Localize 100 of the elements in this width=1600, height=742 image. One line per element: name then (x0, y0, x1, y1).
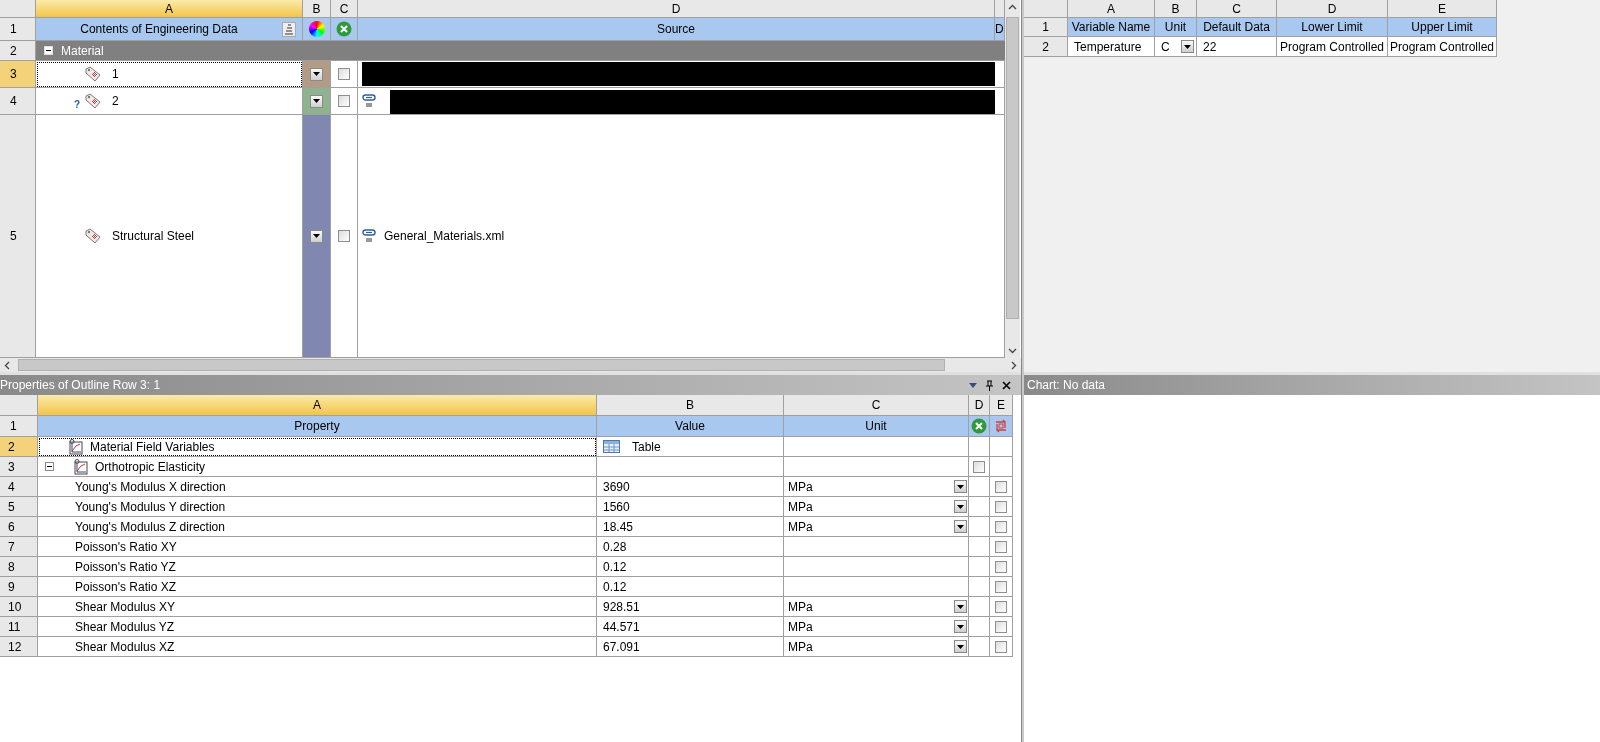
checkbox[interactable] (995, 640, 1007, 653)
row-number: 9 (0, 577, 38, 597)
material-name: 1 (112, 67, 119, 81)
vertical-scrollbar[interactable] (1005, 0, 1020, 358)
row-number: 6 (0, 517, 38, 537)
dropdown-button[interactable] (310, 94, 323, 108)
row-number: 10 (0, 597, 38, 617)
unit-value: C (1161, 39, 1170, 54)
property-name: Poisson's Ratio YZ (38, 557, 597, 577)
column-header[interactable]: B (597, 395, 784, 416)
caret-icon (957, 504, 964, 509)
dropdown-button[interactable] (954, 640, 967, 653)
property-value[interactable]: 44.571 (603, 619, 640, 634)
column-title: Source (358, 18, 995, 41)
dropdown-icon[interactable] (969, 382, 977, 388)
column-header[interactable]: E (990, 395, 1013, 416)
column-title: Variable Name (1068, 18, 1155, 37)
row-number: 8 (0, 557, 38, 577)
material-cell[interactable]: 1 (36, 61, 303, 88)
dropdown-button[interactable] (954, 520, 967, 533)
column-header[interactable]: B (1155, 0, 1197, 18)
column-header[interactable]: A (38, 395, 597, 416)
delete-icon[interactable] (336, 21, 352, 37)
dropdown-button[interactable] (310, 67, 323, 81)
scrollbar-thumb[interactable] (18, 359, 945, 371)
property-cell[interactable]: Material Field Variables (38, 437, 597, 457)
column-header[interactable]: D (1277, 0, 1388, 18)
table-icon (603, 440, 620, 453)
checkbox[interactable] (973, 460, 985, 473)
property-value[interactable]: 18.45 (603, 519, 634, 534)
dropdown-button[interactable] (1181, 40, 1194, 53)
unit-value: MPa (788, 599, 813, 614)
checkbox[interactable] (338, 68, 350, 80)
column-header[interactable]: C (784, 395, 969, 416)
checkbox[interactable] (995, 620, 1007, 633)
horizontal-scrollbar[interactable] (0, 358, 1021, 372)
caret-icon (1184, 44, 1191, 49)
panel-title: Chart: No data (1026, 378, 1106, 392)
material-color-cell[interactable] (303, 115, 331, 358)
checkbox[interactable] (338, 230, 350, 242)
row-number: 3 (0, 61, 36, 88)
caret-icon (313, 72, 320, 76)
checkbox[interactable] (995, 500, 1007, 513)
property-name: Young's Modulus Y direction (38, 497, 597, 517)
property-value[interactable]: 0.28 (603, 539, 627, 554)
group-row[interactable]: Material (36, 41, 1005, 61)
property-value[interactable]: 1560 (603, 499, 630, 514)
scroll-right-icon[interactable] (1009, 360, 1018, 370)
column-header[interactable]: A (36, 0, 303, 18)
column-header[interactable]: D (969, 395, 990, 416)
dropdown-button[interactable] (954, 620, 967, 633)
scroll-left-icon[interactable] (3, 360, 12, 370)
checkbox[interactable] (995, 480, 1007, 493)
column-header[interactable]: E (1388, 0, 1497, 18)
property-value[interactable]: 928.51 (603, 599, 640, 614)
property-value[interactable]: 0.12 (603, 559, 627, 574)
column-header[interactable]: C (331, 0, 358, 18)
column-header[interactable]: D (358, 0, 995, 18)
column-header[interactable]: B (303, 0, 331, 18)
material-color-cell[interactable] (303, 61, 331, 88)
checkbox[interactable] (338, 95, 350, 107)
column-header[interactable]: A (1068, 0, 1155, 18)
property-value[interactable]: 67.091 (603, 639, 640, 654)
dropdown-button[interactable] (310, 229, 323, 243)
checkbox[interactable] (995, 600, 1007, 613)
dropdown-button[interactable] (954, 480, 967, 493)
row-number: 2 (1024, 37, 1068, 57)
column-header[interactable]: C (1197, 0, 1277, 18)
dropdown-button[interactable] (954, 600, 967, 613)
property-value[interactable]: Table (632, 439, 661, 454)
collapse-icon[interactable] (45, 462, 54, 471)
scroll-up-icon[interactable] (1008, 3, 1017, 12)
material-cell[interactable]: ? 2 (36, 88, 303, 115)
property-name: Shear Modulus YZ (38, 617, 597, 637)
color-wheel-icon (308, 21, 325, 37)
dropdown-button[interactable] (954, 500, 967, 513)
property-cell[interactable]: Orthotropic Elasticity (38, 457, 597, 477)
close-icon[interactable] (1002, 380, 1011, 390)
pin-icon[interactable] (985, 379, 994, 391)
scrollbar-thumb[interactable] (1006, 17, 1019, 319)
column-title: Upper Limit (1388, 18, 1497, 37)
sort-icon[interactable] (282, 21, 296, 37)
material-cell[interactable]: Structural Steel (36, 115, 303, 358)
scroll-down-icon[interactable] (1008, 346, 1017, 355)
property-value[interactable]: 3690 (603, 479, 630, 494)
caret-icon (957, 644, 964, 649)
checkbox[interactable] (995, 520, 1007, 533)
caret-icon (313, 99, 320, 103)
row-number: 4 (0, 88, 36, 115)
property-value[interactable]: 0.12 (603, 579, 627, 594)
material-name: 2 (112, 94, 119, 108)
status-mark: ? (72, 99, 80, 112)
material-color-cell[interactable] (303, 88, 331, 115)
checkbox[interactable] (995, 540, 1007, 553)
row-number: 2 (0, 437, 38, 457)
row-number: 1 (1024, 18, 1068, 37)
checkbox[interactable] (995, 580, 1007, 593)
checkbox[interactable] (995, 560, 1007, 573)
table-cell[interactable]: 22 (1197, 37, 1277, 57)
caret-icon (957, 604, 964, 609)
